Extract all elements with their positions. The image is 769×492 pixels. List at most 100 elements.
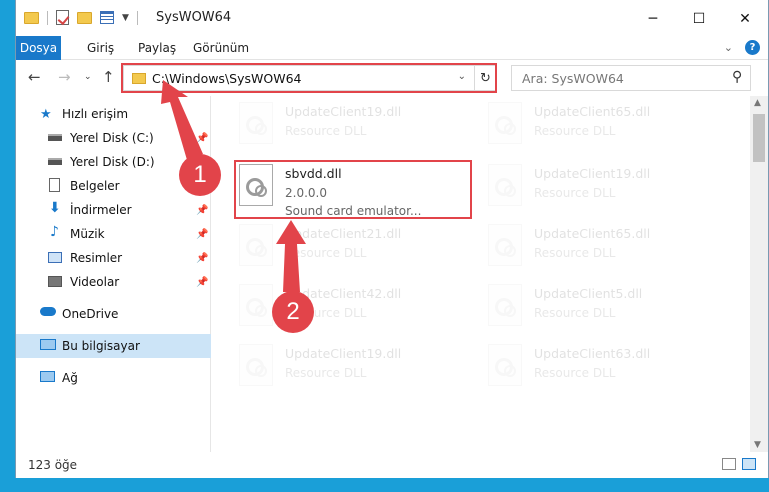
sidebar-item-label: Müzik: [70, 227, 105, 241]
file-description: Resource DLL: [534, 124, 616, 138]
item-count: 123 öğe: [28, 458, 78, 472]
window-controls: ─ ☐ ✕: [630, 0, 768, 38]
tab-view[interactable]: Görünüm: [193, 36, 249, 60]
tab-share[interactable]: Paylaş: [138, 36, 176, 60]
dll-file-icon: [239, 224, 273, 266]
file-item[interactable]: UpdateClient19.dll Resource DLL: [239, 100, 469, 160]
folder-icon: [24, 11, 39, 24]
quick-access-toolbar: ▼: [24, 10, 138, 25]
pin-icon[interactable]: 📌: [196, 205, 208, 216]
sidebar-item-label: Hızlı erişim: [62, 107, 129, 121]
sidebar-item-quick-access[interactable]: ★ Hızlı erişim: [16, 102, 211, 126]
pin-icon[interactable]: 📌: [196, 133, 208, 144]
file-item[interactable]: UpdateClient19.dll Resource DLL: [488, 162, 718, 222]
tiles-view-icon[interactable]: [742, 458, 756, 470]
dll-file-icon: [488, 224, 522, 266]
sidebar-item-downloads[interactable]: ⬇ İndirmeler 📌: [16, 198, 211, 222]
file-name: UpdateClient19.dll: [534, 166, 651, 181]
customize-toolbar-dropdown-icon[interactable]: ▼: [122, 13, 129, 23]
tab-home[interactable]: Giriş: [87, 36, 114, 60]
file-name: UpdateClient65.dll: [534, 226, 651, 241]
recent-locations-icon[interactable]: ⌄: [84, 72, 92, 82]
sidebar-item-label: Belgeler: [70, 179, 120, 193]
minimize-button[interactable]: ─: [630, 0, 676, 38]
network-icon: [40, 371, 55, 382]
file-description: Resource DLL: [534, 246, 616, 260]
cloud-icon: [40, 307, 56, 316]
file-item[interactable]: UpdateClient65.dll Resource DLL: [488, 100, 718, 160]
dll-file-icon: [488, 284, 522, 326]
sidebar-item-network[interactable]: Ağ: [16, 366, 211, 390]
sidebar-item-local-disk-c[interactable]: Yerel Disk (C:) 📌: [16, 126, 211, 150]
file-item[interactable]: UpdateClient65.dll Resource DLL: [488, 222, 718, 282]
divider: [136, 10, 138, 25]
search-placeholder: Ara: SysWOW64: [522, 71, 624, 86]
scrollbar-thumb[interactable]: [753, 114, 765, 162]
sidebar-item-label: İndirmeler: [70, 203, 132, 217]
dll-file-icon: [488, 164, 522, 206]
ribbon-tabs: Dosya Giriş Paylaş Görünüm ⌄ ?: [16, 36, 768, 60]
maximize-button[interactable]: ☐: [676, 0, 722, 38]
sidebar-item-label: Bu bilgisayar: [62, 339, 140, 353]
file-item[interactable]: UpdateClient63.dll Resource DLL: [488, 342, 718, 402]
file-list: UpdateClient19.dll Resource DLL sbvdd.dl…: [212, 96, 742, 452]
drive-icon: [48, 134, 62, 141]
file-name: UpdateClient63.dll: [534, 346, 651, 361]
computer-icon: [40, 339, 56, 350]
file-name: UpdateClient19.dll: [285, 104, 402, 119]
sidebar-item-pictures[interactable]: Resimler 📌: [16, 246, 211, 270]
address-bar-highlight: [121, 63, 497, 93]
sidebar-item-label: Resimler: [70, 251, 123, 265]
sidebar-item-onedrive[interactable]: OneDrive: [16, 302, 211, 326]
pin-icon[interactable]: 📌: [196, 253, 208, 264]
star-icon: ★: [40, 107, 52, 122]
details-view-icon[interactable]: [722, 458, 736, 470]
dll-file-icon: [239, 344, 273, 386]
file-description: Resource DLL: [285, 246, 367, 260]
window-title: SysWOW64: [156, 10, 232, 25]
sidebar-item-label: Yerel Disk (D:): [70, 155, 155, 169]
file-description: Resource DLL: [534, 366, 616, 380]
file-description: Resource DLL: [534, 186, 616, 200]
expand-ribbon-icon[interactable]: ⌄: [724, 41, 733, 54]
help-icon[interactable]: ?: [745, 40, 760, 55]
sidebar-item-label: Yerel Disk (C:): [70, 131, 154, 145]
file-description: Resource DLL: [285, 366, 367, 380]
properties-check-icon[interactable]: [56, 10, 69, 25]
pictures-icon: [48, 252, 62, 263]
search-icon[interactable]: ⚲: [732, 69, 742, 85]
file-name: UpdateClient5.dll: [534, 286, 643, 301]
vertical-scrollbar[interactable]: ▲ ▼: [750, 96, 768, 452]
tab-file[interactable]: Dosya: [16, 36, 61, 60]
drive-icon: [48, 158, 62, 165]
sidebar-item-videos[interactable]: Videolar 📌: [16, 270, 211, 294]
sidebar-item-label: Videolar: [70, 275, 120, 289]
file-description: Resource DLL: [534, 306, 616, 320]
file-name: UpdateClient19.dll: [285, 346, 402, 361]
scroll-down-icon[interactable]: ▼: [754, 440, 761, 450]
file-item[interactable]: UpdateClient21.dll Resource DLL: [239, 222, 469, 282]
download-icon: ⬇: [49, 200, 61, 216]
scroll-up-icon[interactable]: ▲: [754, 98, 761, 108]
sidebar-item-this-pc[interactable]: Bu bilgisayar: [16, 334, 211, 358]
close-button[interactable]: ✕: [722, 0, 768, 38]
file-item[interactable]: UpdateClient5.dll Resource DLL: [488, 282, 718, 342]
dll-file-icon: [488, 344, 522, 386]
dll-file-icon: [488, 102, 522, 144]
view-properties-icon[interactable]: [100, 11, 114, 24]
back-arrow-icon[interactable]: ←: [28, 68, 41, 86]
sidebar-item-music[interactable]: ♪ Müzik 📌: [16, 222, 211, 246]
file-item[interactable]: UpdateClient19.dll Resource DLL: [239, 342, 469, 402]
view-toggles: [722, 458, 756, 470]
search-input[interactable]: Ara: SysWOW64 ⚲: [511, 65, 751, 91]
up-arrow-icon[interactable]: ↑: [102, 68, 115, 86]
pin-icon[interactable]: 📌: [196, 277, 208, 288]
dll-file-icon: [239, 284, 273, 326]
status-bar: 123 öğe: [16, 452, 768, 478]
step-1-badge: 1: [179, 154, 221, 196]
documents-icon: [49, 178, 60, 192]
pin-icon[interactable]: 📌: [196, 229, 208, 240]
new-folder-icon[interactable]: [77, 11, 92, 24]
forward-arrow-icon[interactable]: →: [58, 68, 71, 86]
title-bar: ▼ SysWOW64 ─ ☐ ✕: [16, 0, 768, 38]
